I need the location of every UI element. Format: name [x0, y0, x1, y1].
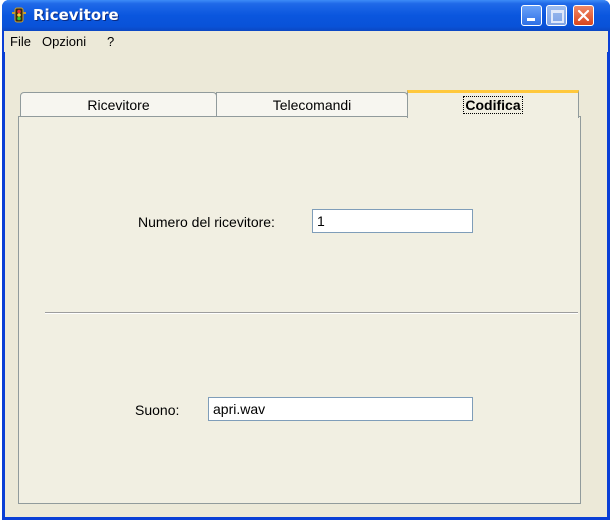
receiver-number-input[interactable]: 1 — [312, 209, 473, 233]
tab-ricevitore-label: Ricevitore — [87, 97, 150, 113]
tab-telecomandi-label: Telecomandi — [272, 97, 352, 113]
receiver-number-label: Numero del ricevitore: — [138, 214, 275, 230]
menu-help[interactable]: ? — [107, 34, 114, 49]
menu-opzioni[interactable]: Opzioni — [42, 34, 86, 49]
divider — [45, 312, 578, 314]
traffic-light-icon — [11, 7, 27, 23]
sound-label: Suono: — [135, 402, 180, 418]
tab-ricevitore[interactable]: Ricevitore — [20, 92, 217, 117]
sound-input[interactable]: apri.wav — [208, 397, 473, 421]
window-title: Ricevitore — [33, 6, 119, 24]
tab-codifica[interactable]: Codifica — [407, 90, 579, 118]
tab-codifica-label: Codifica — [463, 96, 523, 114]
menu-bar: File Opzioni ? — [4, 31, 608, 52]
close-icon — [577, 9, 590, 22]
close-button[interactable] — [573, 5, 594, 26]
title-bar[interactable]: Ricevitore — [2, 0, 610, 31]
tab-telecomandi[interactable]: Telecomandi — [216, 92, 408, 117]
maximize-button[interactable] — [546, 5, 567, 26]
tab-panel-codifica — [18, 116, 581, 504]
menu-file[interactable]: File — [10, 34, 31, 49]
minimize-button[interactable] — [521, 5, 542, 26]
